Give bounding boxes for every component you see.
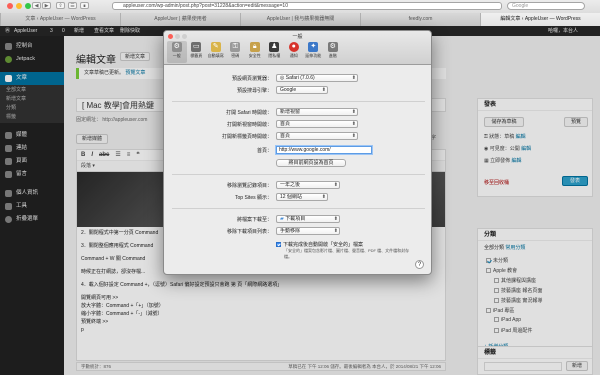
help-button[interactable]: ? (415, 260, 424, 269)
gear-icon: ⚙ (327, 42, 338, 52)
homepage-label: 首頁： (256, 148, 272, 154)
set-current-page-button[interactable]: 將目前網頁設為首頁 (276, 159, 346, 167)
divider (172, 101, 425, 102)
browser-tab-active[interactable]: 編輯文章 ‹ AppleUser — WordPress (480, 13, 600, 26)
puzzle-icon: ✦ (308, 42, 319, 52)
admin-bar-view[interactable]: 查看文章 (94, 26, 114, 36)
sidebar-toggle-icon[interactable]: ☰ (68, 2, 77, 9)
download-location-select[interactable]: ▰ 下載項目 (276, 215, 340, 223)
tab-bar: 文章 ‹ AppleUser — WordPress AppleUser | 蘋… (0, 13, 600, 26)
browser-tab[interactable]: feedly.com (360, 13, 480, 26)
lock-icon: 🔒︎ (249, 42, 260, 52)
browser-tab[interactable]: AppleUser | 我与蘋果機器無關 (240, 13, 360, 26)
open-safe-files-checkbox[interactable]: 下載完成後自動開啟「安全的」檔案 (276, 241, 363, 248)
switch-icon: ⚙ (171, 42, 182, 52)
history-select[interactable]: 一年之後 (276, 181, 340, 189)
tabs-icon: ▭ (191, 42, 202, 52)
admin-bar-purge[interactable]: 刪除快取 (120, 26, 140, 36)
admin-bar-new[interactable]: 新增 (74, 26, 84, 36)
minimize-window-icon[interactable] (16, 3, 22, 9)
pref-tab-label: 進階 (328, 53, 337, 58)
wordpress-logo-icon[interactable]: Ⓦ (5, 26, 10, 36)
pref-tab-label: 隱私權 (268, 53, 281, 58)
browser-chrome: ◀ ▶ ⇪ ☰ ∎ appleuser.com/wp-admin/post.ph… (0, 0, 600, 26)
pref-tab-notifications[interactable]: ● 通知 (284, 41, 304, 63)
pref-tab-label: 密碼 (231, 53, 240, 58)
new-window-select[interactable]: 首頁 (276, 120, 358, 128)
pref-tab-extensions[interactable]: ✦ 延伸功能 (304, 41, 324, 63)
pref-tab-privacy[interactable]: ♟ 隱私權 (265, 41, 285, 63)
new-window-label: 打開 Safari 時開啟： (226, 110, 272, 116)
new-window-open-label: 打開新視窗時開啟： (226, 122, 272, 128)
browser-tab[interactable]: AppleUser | 蘋果使用者 (120, 13, 240, 26)
preferences-toolbar: 一般 ⚙ 一般 ▭ 標籤頁 ✎ 自動填寫 ⚿ 密碼 🔒︎ 安全性 ♟ 隱私權 ● 通知 ✦ 延伸… (164, 31, 431, 65)
remove-downloads-label: 移除下載項目列表： (226, 229, 272, 235)
preferences-body: 預設網頁瀏覽器： ◎ Safari (7.0.6) 預設搜尋引擎： Google… (164, 65, 431, 274)
pref-tab-label: 標籤頁 (190, 53, 203, 58)
safe-files-note: 「安全的」檔案包含影片檔、圖片檔、聲音檔、PDF 檔、文件檔和封存檔。 (284, 248, 410, 259)
checkbox-checked[interactable] (276, 242, 281, 248)
safari-opens-select[interactable]: 新增視窗 (276, 108, 358, 116)
new-tab-label: 打開新標籤頁時開啟： (221, 134, 272, 140)
select-value: 下載項目 (285, 216, 306, 222)
topsites-label: Top Sites 顯示： (235, 195, 272, 201)
safari-preferences-window: 一般 ⚙ 一般 ▭ 標籤頁 ✎ 自動填寫 ⚿ 密碼 🔒︎ 安全性 ♟ 隱私權 ● 通知 ✦ 延伸… (163, 30, 432, 275)
admin-bar-user[interactable]: 哈囉，本台人 (548, 26, 578, 36)
divider (172, 174, 425, 175)
back-icon[interactable]: ◀ (32, 2, 41, 9)
new-tab-select[interactable]: 首頁 (276, 132, 358, 140)
comments-count[interactable]: 0 (62, 26, 65, 36)
address-bar[interactable]: appleuser.com/wp-admin/post.php?post=312… (112, 2, 502, 10)
window-controls (7, 3, 31, 9)
pref-tab-autofill[interactable]: ✎ 自動填寫 (206, 41, 226, 63)
default-browser-label: 預設網頁瀏覽器： (231, 76, 272, 82)
pref-tab-advanced[interactable]: ⚙ 進階 (323, 41, 343, 63)
browser-tab[interactable]: 文章 ‹ AppleUser — WordPress (0, 13, 120, 26)
topsites-select[interactable]: 12 個網站 (276, 193, 328, 201)
search-placeholder: Google (512, 3, 529, 9)
search-engine-select[interactable]: Google (276, 86, 328, 94)
zoom-window-icon[interactable] (25, 3, 31, 9)
pref-tab-label: 延伸功能 (305, 53, 322, 58)
share-icon[interactable]: ⇪ (56, 2, 65, 9)
pref-tab-label: 自動填寫 (207, 53, 224, 58)
pref-tab-security[interactable]: 🔒︎ 安全性 (245, 41, 265, 63)
history-label: 移除瀏覽記錄項目： (226, 183, 272, 189)
notification-icon: ● (288, 42, 299, 52)
default-browser-select[interactable]: ◎ Safari (7.0.6) (276, 74, 358, 82)
pref-tab-label: 一般 (172, 53, 181, 58)
select-value: Safari (7.0.6) (285, 75, 315, 81)
bookmarks-icon[interactable]: ∎ (80, 2, 89, 9)
homepage-input[interactable]: http://www.google.com/ (276, 146, 372, 154)
pref-tab-label: 安全性 (248, 53, 261, 58)
pref-tab-general[interactable]: ⚙ 一般 (167, 41, 187, 63)
close-window-icon[interactable] (7, 3, 13, 9)
pref-tab-label: 通知 (289, 53, 298, 58)
divider (172, 208, 425, 209)
updates-count[interactable]: 3 (50, 26, 53, 36)
key-icon: ⚿ (230, 42, 241, 52)
pref-tab-tabs[interactable]: ▭ 標籤頁 (187, 41, 207, 63)
pref-tab-passwords[interactable]: ⚿ 密碼 (226, 41, 246, 63)
remove-downloads-select[interactable]: 手動移除 (276, 227, 340, 235)
forward-icon[interactable]: ▶ (42, 2, 51, 9)
search-engine-label: 預設搜尋引擎： (236, 88, 272, 94)
prefs-title: 一般 (292, 34, 303, 40)
download-location-label: 將檔案下載至： (236, 217, 272, 223)
search-field[interactable]: Google (507, 2, 585, 10)
autofill-icon: ✎ (210, 42, 221, 52)
privacy-figure-icon: ♟ (269, 42, 280, 52)
admin-bar-site[interactable]: AppleUser (14, 26, 37, 36)
url-text: appleuser.com/wp-admin/post.php?post=312… (123, 3, 288, 9)
